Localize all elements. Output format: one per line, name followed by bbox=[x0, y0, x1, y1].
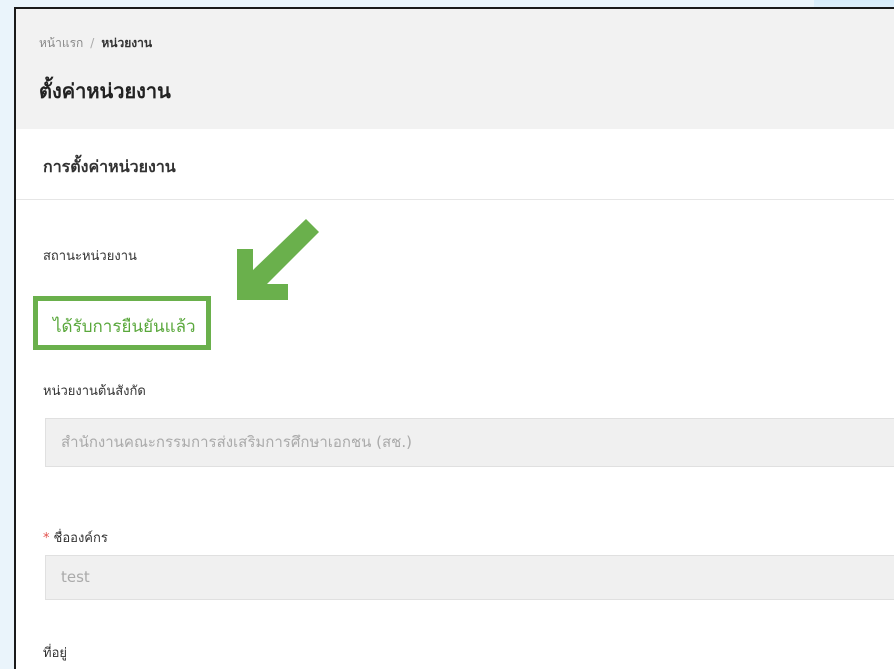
address-label: ที่อยู่ bbox=[43, 646, 67, 661]
org-name-label-text: ชื่อองค์กร bbox=[53, 531, 108, 546]
breadcrumb-separator: / bbox=[90, 36, 95, 50]
status-label: สถานะหน่วยงาน bbox=[43, 249, 137, 264]
parent-org-label: หน่วยงานต้นสังกัด bbox=[43, 384, 146, 399]
org-name-field[interactable]: test bbox=[45, 555, 894, 600]
required-asterisk: * bbox=[43, 531, 50, 546]
parent-org-field[interactable]: สำนักงานคณะกรรมการส่งเสริมการศึกษาเอกชน … bbox=[45, 418, 894, 467]
green-arrow-down-left-icon bbox=[237, 219, 319, 300]
card-title: การตั้งค่าหน่วยงาน bbox=[43, 157, 176, 176]
card-header: การตั้งค่าหน่วยงาน bbox=[16, 129, 894, 200]
app-window: หน้าแรก / หน่วยงาน ตั้งค่าหน่วยงาน การตั้ง… bbox=[14, 7, 894, 669]
status-highlight-box: ได้รับการยืนยันแล้ว bbox=[33, 296, 211, 350]
status-value: ได้รับการยืนยันแล้ว bbox=[53, 317, 196, 337]
page-title: ตั้งค่าหน่วยงาน bbox=[39, 79, 171, 103]
org-name-label: * ชื่อองค์กร bbox=[43, 527, 108, 548]
breadcrumb-home-link[interactable]: หน้าแรก bbox=[39, 36, 83, 50]
breadcrumb: หน้าแรก / หน่วยงาน bbox=[39, 34, 152, 53]
page-header: หน้าแรก / หน่วยงาน ตั้งค่าหน่วยงาน bbox=[16, 9, 894, 129]
breadcrumb-current: หน่วยงาน bbox=[101, 36, 153, 50]
